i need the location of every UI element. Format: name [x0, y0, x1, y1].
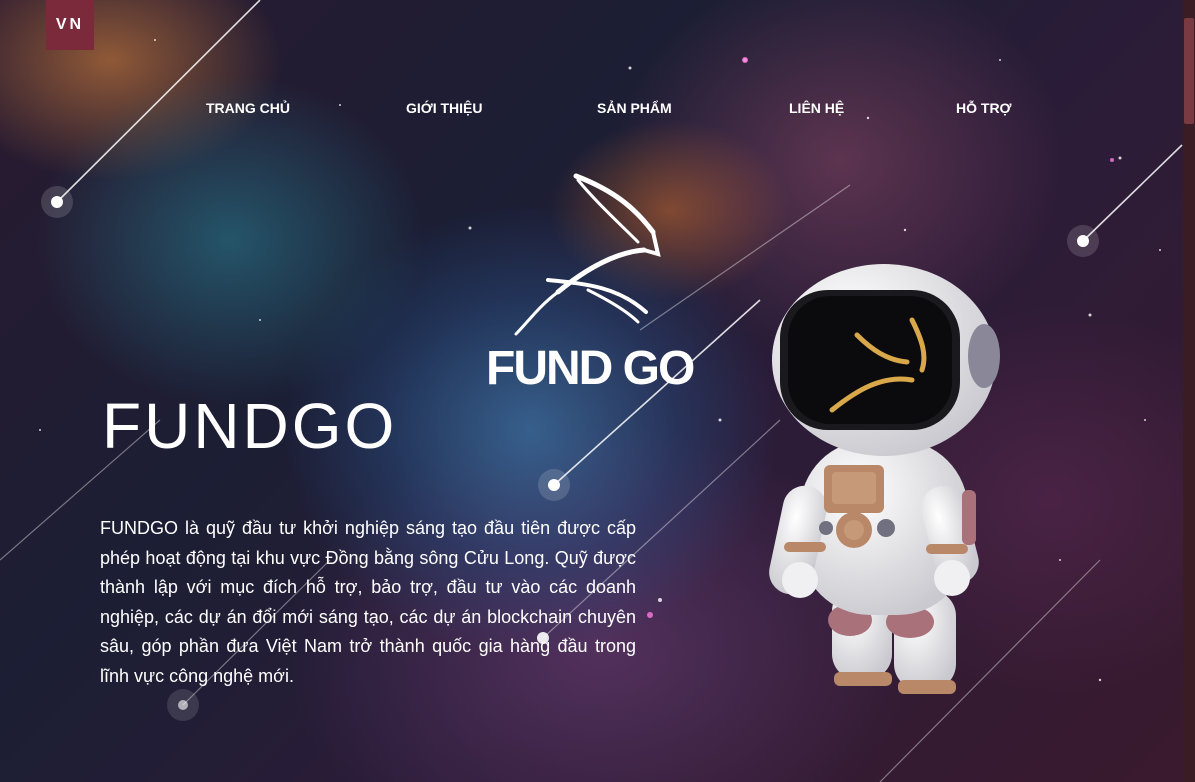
main-nav: TRANG CHỦ GIỚI THIỆU SẢN PHẨM LIÊN HỆ HỖ…	[0, 100, 1195, 120]
fundgo-logo: FUND GO	[478, 172, 698, 395]
nav-item-support[interactable]: HỖ TRỢ	[956, 100, 1012, 116]
astronaut-illustration	[762, 260, 1012, 710]
language-switcher-button[interactable]: VN	[46, 0, 94, 50]
scrollbar-thumb[interactable]	[1184, 18, 1194, 124]
nav-item-products[interactable]: SẢN PHẨM	[597, 100, 672, 116]
hero-title: FUNDGO	[102, 390, 398, 462]
language-label: VN	[55, 16, 85, 33]
scrollbar[interactable]	[1183, 0, 1195, 782]
gazelle-logo-icon	[514, 173, 661, 336]
nav-item-contact[interactable]: LIÊN HỆ	[789, 100, 844, 116]
nav-item-about[interactable]: GIỚI THIỆU	[406, 100, 483, 116]
nav-item-home[interactable]: TRANG CHỦ	[206, 100, 290, 116]
logo-text: FUND GO	[486, 342, 694, 392]
hero-description: FUNDGO là quỹ đầu tư khởi nghiệp sáng tạ…	[100, 518, 636, 686]
